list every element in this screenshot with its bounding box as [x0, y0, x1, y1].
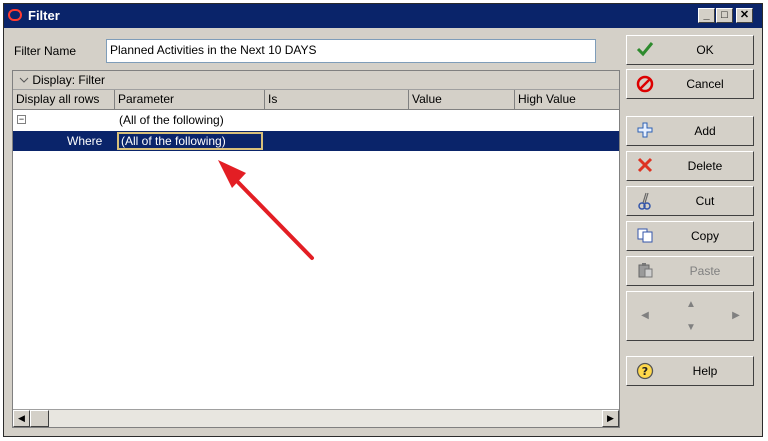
- annotation-arrow-icon: [218, 160, 314, 260]
